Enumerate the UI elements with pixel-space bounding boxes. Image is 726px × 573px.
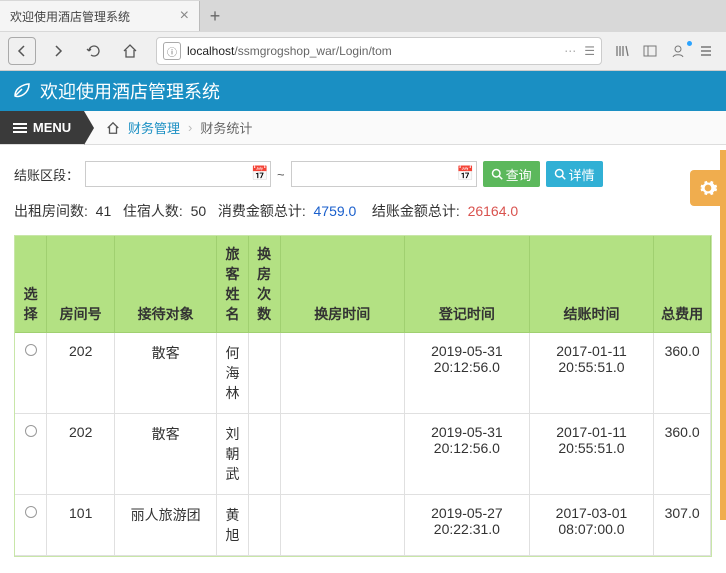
info-icon[interactable]: ⓘ <box>163 42 181 60</box>
cell-total: 360.0 <box>654 414 711 495</box>
url-text: localhost/ssmgrogshop_war/Login/tom <box>187 44 392 58</box>
burger-icon <box>13 121 27 135</box>
th-room[interactable]: 房间号 <box>47 236 115 333</box>
reader-icon[interactable]: ☰ <box>584 44 595 58</box>
cell-target: 散客 <box>115 333 217 414</box>
th-guest[interactable]: 旅客姓名 <box>217 236 249 333</box>
app-title: 欢迎使用酒店管理系统 <box>40 78 220 104</box>
cell-checkout: 2017-03-01 08:07:00.0 <box>529 495 654 556</box>
calendar-icon[interactable]: 📅 <box>457 165 473 181</box>
search-button[interactable]: 查询 <box>483 161 540 187</box>
date-start-input[interactable] <box>85 161 271 187</box>
breadcrumb: 财务管理 › 财务统计 <box>84 111 252 144</box>
breadcrumb-current: 财务统计 <box>200 118 252 137</box>
menu-label: MENU <box>33 120 71 135</box>
menu-toggle[interactable]: MENU <box>0 111 84 144</box>
filter-label: 结账区段： <box>14 165 79 184</box>
settings-tab[interactable] <box>690 170 726 206</box>
cell-guest: 何海林 <box>217 333 249 414</box>
rooms-value: 41 <box>96 203 112 219</box>
stats-row: 出租房间数: 41 住宿人数: 50 消费金额总计: 4759.0 结账金额总计… <box>14 201 712 221</box>
settle-label: 结账金额总计: <box>372 203 460 219</box>
cell-checkout: 2017-01-11 20:55:51.0 <box>529 333 654 414</box>
date-end-input[interactable] <box>291 161 477 187</box>
cell-checkin: 2019-05-27 20:22:31.0 <box>405 495 530 556</box>
menu-row: MENU 财务管理 › 财务统计 <box>0 111 726 145</box>
cell-checkin: 2019-05-31 20:12:56.0 <box>405 333 530 414</box>
th-swap-time[interactable]: 换房时间 <box>280 236 405 333</box>
sidebar-icon[interactable] <box>642 43 662 59</box>
cell-room: 101 <box>47 495 115 556</box>
cell-checkout: 2017-01-11 20:55:51.0 <box>529 414 654 495</box>
guests-label: 住宿人数: <box>123 203 183 219</box>
cell-total: 307.0 <box>654 495 711 556</box>
cell-swap-time <box>280 495 405 556</box>
calendar-icon[interactable]: 📅 <box>251 165 267 181</box>
cell-swap-count <box>248 333 280 414</box>
leaf-icon <box>12 81 32 101</box>
settle-value: 26164.0 <box>468 203 519 219</box>
close-icon[interactable]: × <box>180 7 189 25</box>
th-checkout[interactable]: 结账时间 <box>529 236 654 333</box>
browser-toolbar: ⓘ localhost/ssmgrogshop_war/Login/tom ⋯ … <box>0 32 726 70</box>
menu-icon[interactable] <box>698 43 718 59</box>
range-sep: ~ <box>277 167 285 182</box>
consume-label: 消费金额总计: <box>218 203 306 219</box>
th-swap-count[interactable]: 换房次数 <box>248 236 280 333</box>
guests-value: 50 <box>191 203 207 219</box>
library-icon[interactable] <box>614 43 634 59</box>
breadcrumb-link-1[interactable]: 财务管理 <box>128 118 180 137</box>
home-icon[interactable] <box>106 121 120 135</box>
rooms-label: 出租房间数: <box>14 203 88 219</box>
cell-guest: 刘朝武 <box>217 414 249 495</box>
home-button[interactable] <box>116 37 144 65</box>
consume-value: 4759.0 <box>314 203 357 219</box>
th-target[interactable]: 接待对象 <box>115 236 217 333</box>
cell-swap-count <box>248 414 280 495</box>
cell-target: 丽人旅游团 <box>115 495 217 556</box>
forward-button[interactable] <box>44 37 72 65</box>
cell-select[interactable] <box>15 495 47 556</box>
cell-swap-time <box>280 414 405 495</box>
tab-title: 欢迎使用酒店管理系统 <box>10 8 130 25</box>
cell-checkin: 2019-05-31 20:12:56.0 <box>405 414 530 495</box>
content: 结账区段： 📅 ~ 📅 查询 详情 出租房间数: 41 住宿人数: 50 消费金… <box>0 145 726 573</box>
cell-swap-count <box>248 495 280 556</box>
cell-room: 202 <box>47 414 115 495</box>
cell-select[interactable] <box>15 414 47 495</box>
url-bar[interactable]: ⓘ localhost/ssmgrogshop_war/Login/tom ⋯ … <box>156 37 602 65</box>
tab-bar: 欢迎使用酒店管理系统 × + <box>0 0 726 32</box>
cell-target: 散客 <box>115 414 217 495</box>
back-button[interactable] <box>8 37 36 65</box>
table-row: 202散客刘朝武 2019-05-31 20:12:56.02017-01-11 … <box>15 414 711 495</box>
filter-row: 结账区段： 📅 ~ 📅 查询 详情 <box>14 161 712 187</box>
data-table: 选择 房间号 接待对象 旅客姓名 换房次数 换房时间 登记时间 结账时间 总费用… <box>15 236 711 556</box>
table-row: 202散客何海林 2019-05-31 20:12:56.02017-01-11 … <box>15 333 711 414</box>
cell-guest: 黄旭 <box>217 495 249 556</box>
cell-swap-time <box>280 333 405 414</box>
table-row: 101丽人旅游团黄旭 2019-05-27 20:22:31.02017-03-0… <box>15 495 711 556</box>
th-checkin[interactable]: 登记时间 <box>405 236 530 333</box>
account-icon[interactable] <box>670 43 690 59</box>
cell-total: 360.0 <box>654 333 711 414</box>
detail-button[interactable]: 详情 <box>546 161 603 187</box>
browser-chrome: 欢迎使用酒店管理系统 × + ⓘ localhost/ssmgrogshop_w… <box>0 0 726 71</box>
th-total[interactable]: 总费用 <box>654 236 711 333</box>
breadcrumb-sep: › <box>188 120 192 135</box>
app-header: 欢迎使用酒店管理系统 <box>0 71 726 111</box>
cell-room: 202 <box>47 333 115 414</box>
browser-tab[interactable]: 欢迎使用酒店管理系统 × <box>0 1 200 31</box>
table-wrap: 选择 房间号 接待对象 旅客姓名 换房次数 换房时间 登记时间 结账时间 总费用… <box>14 235 712 557</box>
reload-button[interactable] <box>80 37 108 65</box>
cell-select[interactable] <box>15 333 47 414</box>
new-tab-button[interactable]: + <box>200 6 230 27</box>
url-more-icon[interactable]: ⋯ <box>564 44 576 58</box>
th-select: 选择 <box>15 236 47 333</box>
